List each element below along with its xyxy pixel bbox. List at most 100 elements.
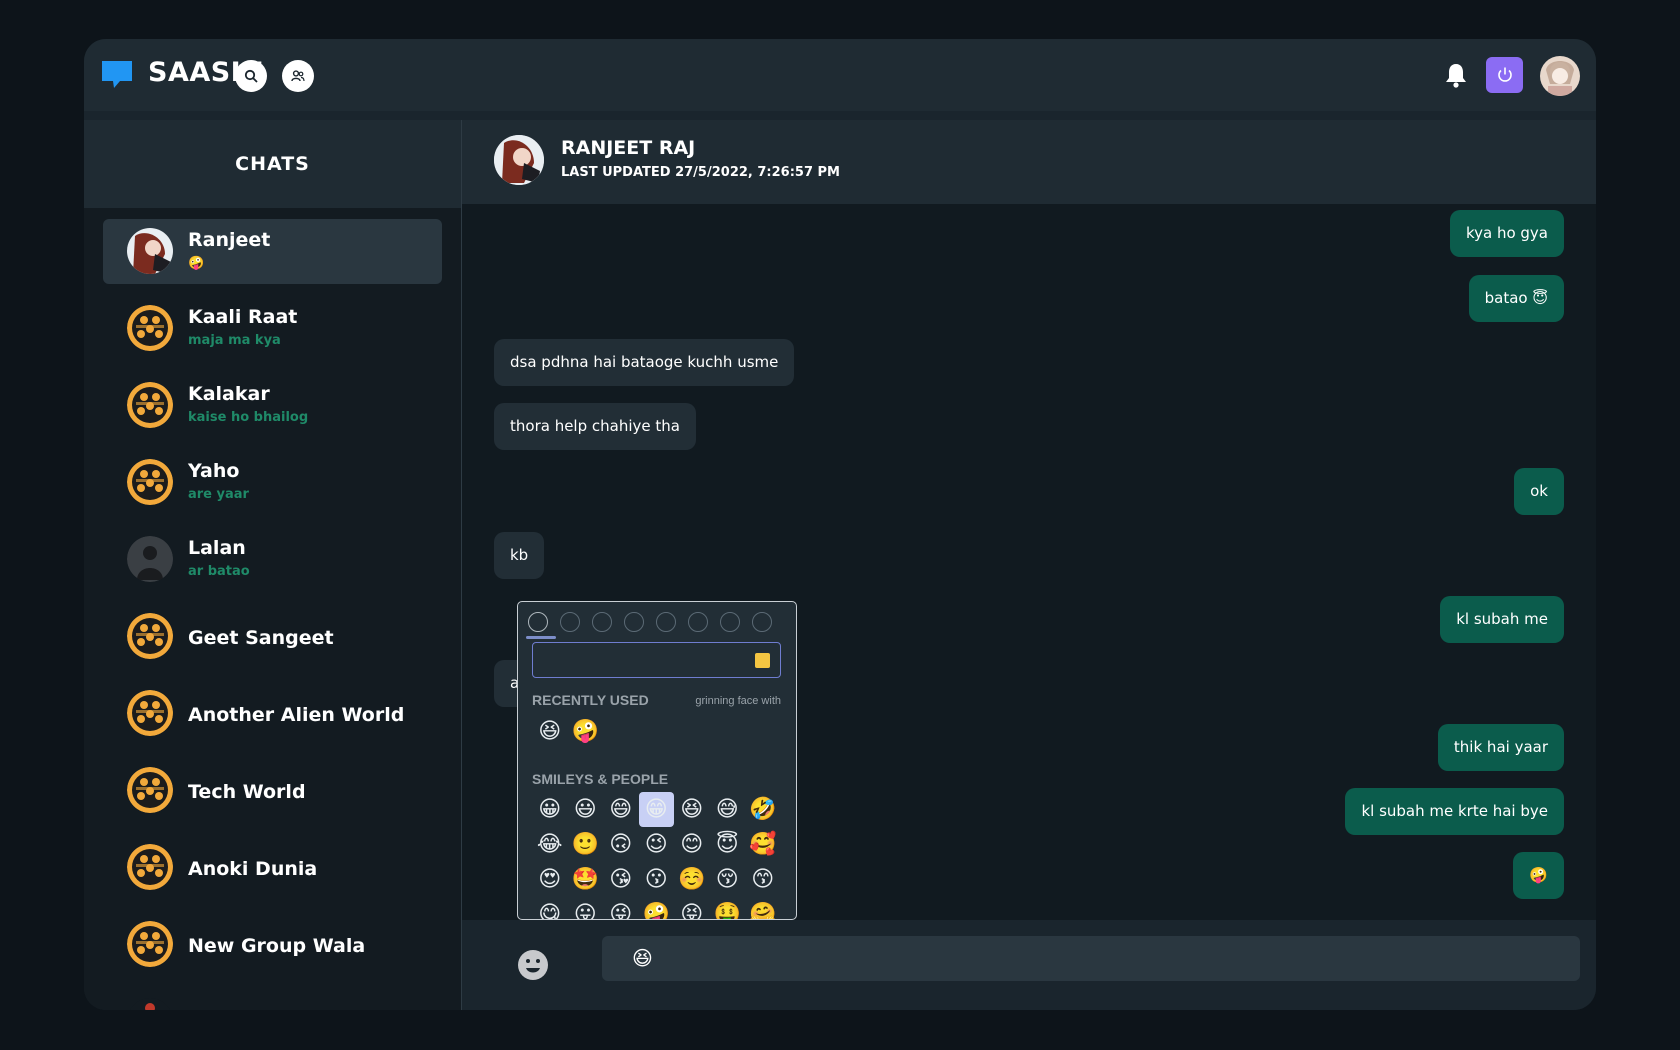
message-input[interactable]: 😆 (602, 936, 1580, 981)
section-label: SMILEYS & PEOPLE (532, 771, 669, 787)
emoji-option[interactable]: 😃 (568, 792, 604, 827)
chat-avatar (127, 921, 173, 967)
emoji-picker: RECENTLY USED grinning face with 😆 🤪 SMIL… (517, 601, 797, 920)
emoji-category-tabs (528, 612, 772, 636)
users-icon (291, 70, 305, 82)
chat-name: Kaali Raat (188, 306, 298, 328)
chat-list: Ranjeet 🤪 Kaali Raat maja ma kya Kalakar kais… (103, 219, 442, 1010)
emoji-option[interactable]: 😍 (532, 862, 568, 897)
notification-bell-icon[interactable] (1443, 61, 1469, 89)
chat-last-message: ar batao (188, 564, 250, 579)
emoji-search-input[interactable] (532, 642, 781, 678)
outgoing-message: thik hai yaar (1437, 724, 1564, 771)
chat-logo-icon (102, 61, 132, 88)
emoji-option[interactable]: 😚 (710, 862, 746, 897)
chat-avatar (127, 690, 173, 736)
chat-last-message: 🤪 (188, 256, 205, 271)
chat-avatar (127, 536, 173, 582)
chat-list-item[interactable]: Lalan ar batao (103, 527, 442, 604)
chat-name: Ranjeet (188, 229, 271, 251)
emoji-option[interactable]: 😆 (674, 792, 710, 827)
emoji-option[interactable]: 🤪 (568, 714, 604, 749)
user-avatar[interactable] (1540, 56, 1580, 96)
emoji-option[interactable]: 😝 (674, 897, 710, 919)
incoming-message: dsa pdhna hai bataoge kuchh usme (494, 339, 795, 386)
chat-avatar (127, 459, 173, 505)
emoji-option[interactable]: 🙂 (568, 827, 604, 862)
chat-name: Geet Sangeet (188, 627, 334, 649)
emoji-option[interactable]: 🙃 (603, 827, 639, 862)
chat-list-item[interactable]: Tech World (103, 758, 442, 835)
contact-avatar[interactable] (494, 135, 544, 185)
emoji-option[interactable]: 😁 (638, 792, 674, 827)
chat-list-item[interactable]: Mohan (103, 989, 442, 1010)
logout-button[interactable] (1486, 57, 1523, 93)
emoji-option[interactable]: 🤑 (710, 897, 746, 919)
chat-avatar (127, 767, 173, 813)
chat-name: Anoki Dunia (188, 858, 318, 880)
emoji-option[interactable]: 😜 (603, 897, 639, 919)
chat-list-item[interactable]: Geet Sangeet (103, 604, 442, 681)
search-button[interactable] (235, 60, 267, 92)
animal-category-icon[interactable] (592, 612, 612, 632)
chat-last-message: kaise ho bhailog (188, 410, 309, 425)
chat-list-item[interactable]: Kalakar kaise ho bhailog (103, 373, 442, 450)
emoji-option[interactable]: 😛 (568, 897, 604, 919)
skin-tone-icon[interactable] (755, 653, 770, 668)
chat-list-item[interactable]: Anoki Dunia (103, 835, 442, 912)
chat-list-item[interactable]: New Group Wala (103, 912, 442, 989)
outgoing-message: kya ho gya (1449, 210, 1564, 257)
contact-name: RANJEET RAJ (561, 137, 696, 159)
emoji-option[interactable]: 😂 (532, 827, 568, 862)
outgoing-message: kl subah me (1440, 596, 1564, 643)
chat-name: Yaho (188, 460, 240, 482)
emoji-row: 😍 🤩 😘 😗 ☺️ 😚 😙 (532, 862, 781, 897)
top-bar: SAASHI (84, 39, 1596, 111)
activity-category-icon[interactable] (656, 612, 676, 632)
chat-list-item[interactable]: Another Alien World (103, 681, 442, 758)
emoji-option[interactable]: 😉 (639, 827, 675, 862)
chat-list-item[interactable]: Yaho are yaar (103, 450, 442, 527)
food-category-icon[interactable] (624, 612, 644, 632)
emoji-option[interactable]: 😗 (639, 862, 675, 897)
emoji-option[interactable]: 😀 (532, 792, 568, 827)
outgoing-message: ok (1514, 468, 1564, 515)
chat-last-message: maja ma kya (188, 333, 281, 348)
emoji-option[interactable]: 😆 (532, 714, 568, 749)
emoji-option[interactable]: 🤩 (568, 862, 604, 897)
emoji-preview: grinning face with (695, 695, 781, 707)
incoming-message: thora help chahiye tha (494, 403, 696, 450)
symbols-category-icon[interactable] (752, 612, 772, 632)
emoji-option[interactable]: ☺️ (674, 862, 710, 897)
composer: 😆 (462, 920, 1596, 1010)
chat-list-item[interactable]: Kaali Raat maja ma kya (103, 296, 442, 373)
emoji-option[interactable]: 🤪 (639, 897, 675, 919)
chat-avatar (127, 998, 173, 1010)
app-window: SAASHI CHATS Ranjeet 🤪 Kaali Raat maja m… (84, 39, 1596, 1010)
emoji-toggle-icon[interactable] (517, 949, 549, 981)
clock-category-icon[interactable] (528, 612, 548, 632)
emoji-option[interactable]: 😊 (674, 827, 710, 862)
emoji-option[interactable]: 🥰 (745, 827, 781, 862)
objects-category-icon[interactable] (720, 612, 740, 632)
emoji-option[interactable]: 🤣 (745, 792, 781, 827)
travel-category-icon[interactable] (688, 612, 708, 632)
chat-last-message: are yaar (188, 487, 249, 502)
outgoing-message: kl subah me krte hai bye (1345, 788, 1564, 835)
chat-avatar (127, 613, 173, 659)
active-category-indicator (526, 636, 556, 639)
emoji-option[interactable]: 😅 (710, 792, 746, 827)
chat-list-item[interactable]: Ranjeet 🤪 (103, 219, 442, 284)
chat-avatar (127, 382, 173, 428)
emoji-option[interactable]: 😘 (603, 862, 639, 897)
sidebar-title: CHATS (84, 120, 461, 208)
emoji-option[interactable]: 😇 (710, 827, 746, 862)
emoji-option[interactable]: 😙 (745, 862, 781, 897)
emoji-option[interactable]: 😋 (532, 897, 568, 919)
smiley-category-icon[interactable] (560, 612, 580, 632)
emoji-option[interactable]: 🤗 (745, 897, 781, 919)
add-group-button[interactable] (282, 60, 314, 92)
emoji-option[interactable]: 😄 (603, 792, 639, 827)
emoji-row: 😂 🙂 🙃 😉 😊 😇 🥰 (532, 827, 781, 862)
search-icon (244, 69, 258, 83)
